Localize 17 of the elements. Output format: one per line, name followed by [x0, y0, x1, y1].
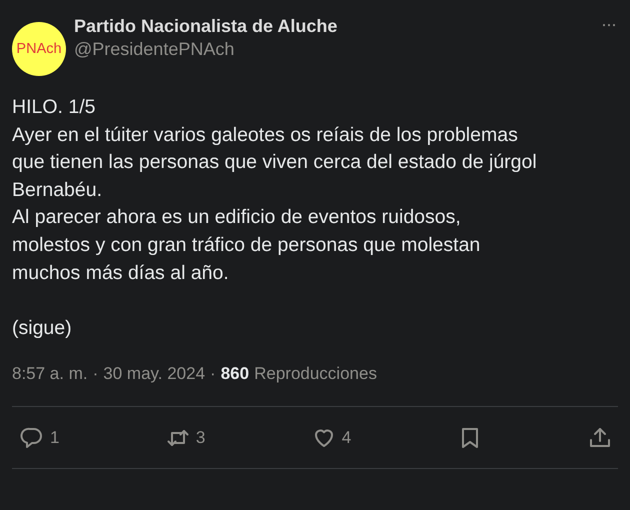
reply-icon — [20, 426, 44, 450]
author-handle[interactable]: @PresidentePNAch — [74, 39, 592, 60]
separator-dot: · — [210, 364, 216, 384]
views-count: 860 — [220, 364, 250, 384]
separator-dot: · — [92, 364, 98, 384]
author-name[interactable]: Partido Nacionalista de Aluche — [74, 16, 592, 37]
share-icon — [588, 426, 612, 450]
like-button[interactable]: 4 — [312, 426, 352, 450]
avatar[interactable]: PNAch — [12, 22, 66, 76]
post-date[interactable]: 30 may. 2024 — [103, 364, 206, 384]
views-label: Reproducciones — [254, 364, 377, 384]
share-button[interactable] — [588, 426, 612, 450]
tweet-text: HILO. 1/5 Ayer en el túiter varios galeotes os reíais de los problemas que tienen las personas que viven cerca del estado de júrgol Bernabéu. Al parecer ahora es un edificio de eventos ruidosos, molestos y con gran tráfico de personas que molestan muchos más días al año. (sigue) — [12, 95, 538, 341]
post-time[interactable]: 8:57 a. m. — [12, 364, 88, 384]
more-button[interactable]: ··· — [599, 14, 618, 35]
reply-button[interactable]: 1 — [20, 426, 60, 450]
repost-button[interactable]: 3 — [166, 426, 206, 450]
